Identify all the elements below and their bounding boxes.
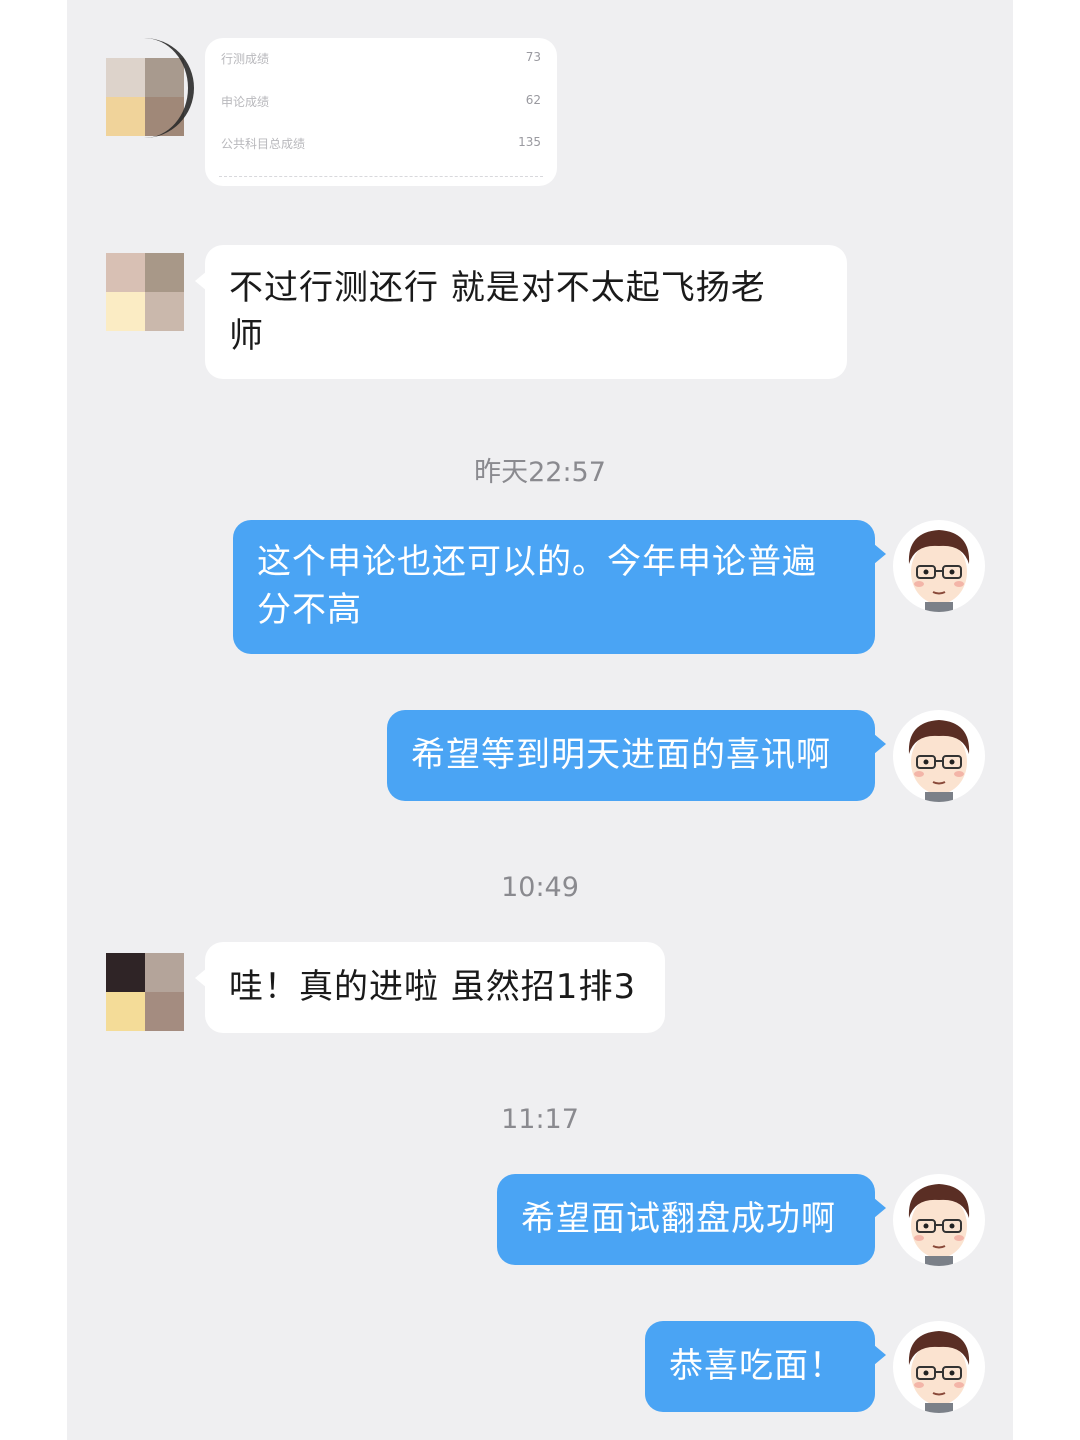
score-value: 73 (525, 50, 541, 64)
message-text-line: 师 (229, 316, 264, 356)
outgoing-message-bubble[interactable]: 恭喜吃面！ (645, 1321, 886, 1412)
score-row: 行测成绩 73 (221, 50, 541, 70)
score-label: 行测成绩 (221, 52, 270, 66)
contact-avatar[interactable] (106, 953, 184, 1031)
outgoing-message-bubble[interactable]: 这个申论也还可以的。今年申论普遍 分不高 (233, 520, 886, 654)
score-screenshot-image[interactable]: 行测成绩 73 申论成绩 62 公共科目总成绩 135 (205, 38, 557, 186)
incoming-message-bubble[interactable]: 哇！真的进啦 虽然招1排3 (195, 942, 665, 1033)
outgoing-message-bubble[interactable]: 希望等到明天进面的喜讯啊 (387, 710, 886, 801)
user-avatar[interactable] (893, 520, 985, 612)
score-label: 公共科目总成绩 (221, 137, 306, 151)
chat-area[interactable]: 行测成绩 73 申论成绩 62 公共科目总成绩 135 不过行测还行 就是对不太… (67, 0, 1013, 1440)
message-text-line: 不过行测还行 就是对不太起飞扬老 (229, 268, 766, 308)
outgoing-message-bubble[interactable]: 希望面试翻盘成功啊 (497, 1174, 886, 1265)
cartoon-face-icon (908, 530, 970, 612)
message-text-line: 这个申论也还可以的。今年申论普遍 (257, 542, 817, 582)
avatar-overlay-shape (140, 38, 194, 138)
score-row: 公共科目总成绩 135 (221, 135, 541, 155)
timestamp: 昨天22:57 (474, 457, 606, 488)
contact-avatar[interactable] (106, 253, 184, 331)
message-text-line: 分不高 (257, 590, 362, 630)
message-text: 希望等到明天进面的喜讯啊 (411, 735, 831, 775)
score-row: 申论成绩 62 (221, 93, 541, 113)
score-value: 62 (525, 93, 541, 107)
message-text: 恭喜吃面！ (669, 1346, 844, 1386)
divider (219, 176, 543, 177)
cartoon-face-icon (908, 1184, 970, 1266)
user-avatar[interactable] (893, 1321, 985, 1413)
timestamp: 10:49 (501, 872, 579, 903)
message-text: 哇！真的进啦 虽然招1排3 (229, 967, 637, 1007)
user-avatar[interactable] (893, 1174, 985, 1266)
user-avatar[interactable] (893, 710, 985, 802)
score-value: 135 (518, 135, 541, 149)
cartoon-face-icon (908, 1331, 970, 1413)
timestamp: 11:17 (501, 1104, 579, 1135)
cartoon-face-icon (908, 720, 970, 802)
score-label: 申论成绩 (221, 95, 270, 109)
incoming-message-bubble[interactable]: 不过行测还行 就是对不太起飞扬老 师 (195, 245, 847, 379)
message-text: 希望面试翻盘成功啊 (521, 1199, 836, 1239)
